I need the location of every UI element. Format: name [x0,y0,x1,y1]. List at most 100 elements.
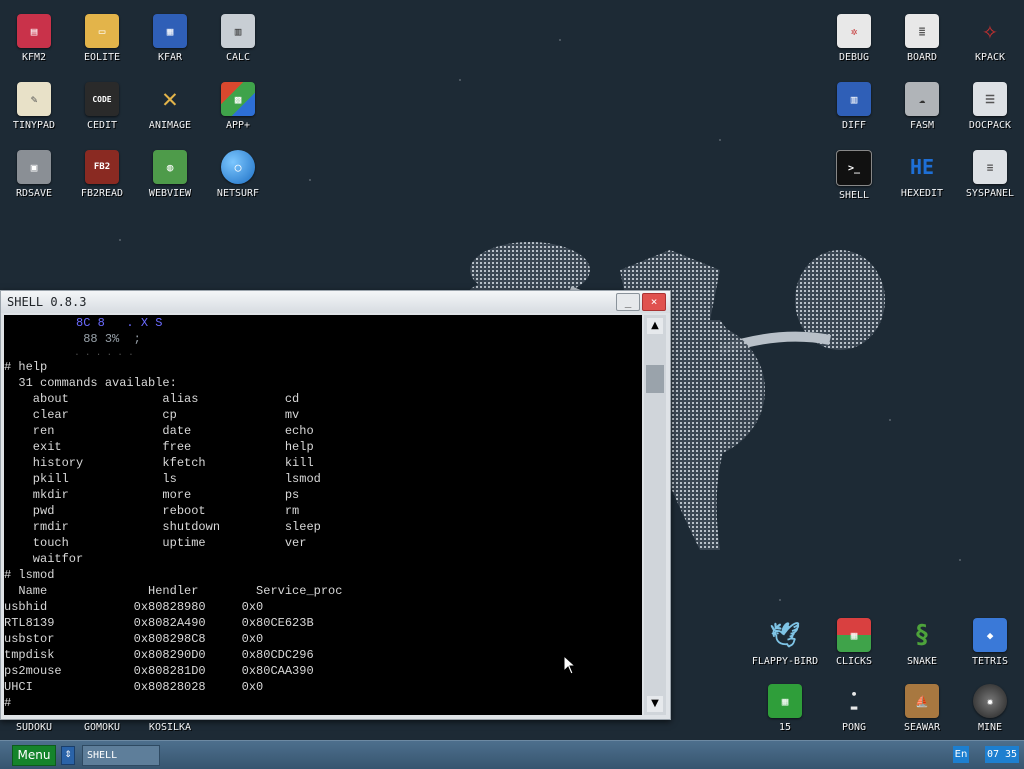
desktop-icon-tetris[interactable]: ◆ TETRIS [956,610,1024,676]
folder-icon: ▭ [85,14,119,48]
desktop-icon-label: FLAPPY-BIRD [751,656,819,667]
scrollbar-thumb[interactable] [646,365,664,393]
terminal-line: usbhid 0x80828980 0x0 [4,600,264,614]
desktop-icon-label: SNAKE [906,656,938,667]
desktop-icon-kosilka[interactable]: KOSILKA [136,676,204,738]
sliders-icon: ≡ [973,150,1007,184]
fasm-icon: ☁ [905,82,939,116]
terminal-line: usbstor 0x808298C8 0x0 [4,632,264,646]
desktop-icon-board[interactable]: ≣ BOARD [888,6,956,72]
desktop-icon-flappy-bird[interactable]: 🕊 FLAPPY-BIRD [751,610,819,676]
diff-icon: ▥ [837,82,871,116]
terminal-line: history kfetch kill [4,456,314,470]
desktop-icon-snake[interactable]: § SNAKE [888,610,956,676]
desktop-icon-gomoku[interactable]: GOMOKU [68,676,136,738]
desktop-icon-kfm2[interactable]: ▤ KFM2 [0,6,68,72]
desktop-icon-label: SEAWAR [903,722,941,733]
desktop-icon-label: CLICKS [835,656,873,667]
code-icon: CODE [85,82,119,116]
desktop-icon-webview[interactable]: ◍ WEBVIEW [136,142,204,208]
scroll-up-button[interactable]: ▲ [647,318,663,334]
desktop-icon-debug[interactable]: ✲ DEBUG [820,6,888,72]
desktop-icon-label: SHELL [838,190,870,201]
desktop-icon-label: BOARD [906,52,938,63]
terminal-line: 31 commands available: [4,376,177,390]
rubik-cube-icon: ▩ [221,82,255,116]
terminal-line: RTL8139 0x8082A490 0x80CE623B [4,616,314,630]
bug-icon: ✲ [837,14,871,48]
close-button[interactable]: × [642,293,666,311]
clock[interactable]: 07 35 [985,746,1019,763]
terminal-line: pkill ls lsmod [4,472,321,486]
hex-icon: HE [909,155,935,179]
desktop-icon-seawar[interactable]: ⛵ SEAWAR [888,676,956,742]
scroll-down-button[interactable]: ▼ [647,696,663,712]
disk-save-icon: ▣ [17,150,51,184]
menu-button[interactable]: Menu [12,745,56,766]
desktop-icon-label: KOSILKA [148,722,192,733]
terminal-line: # lsmod [4,568,55,582]
desktop-icon-calc[interactable]: ▥ CALC [204,6,272,72]
book-icon: FB2 [85,150,119,184]
desktop-icon-mine[interactable]: ✹ MINE [956,676,1024,742]
desktop-icon-15[interactable]: ▦ 15 [751,676,819,742]
mine-icon: ✹ [973,684,1007,718]
desktop-icon-sudoku[interactable]: SUDOKU [0,676,68,738]
switch-window-icon[interactable]: ⇕ [61,746,75,765]
bird-icon: 🕊 [769,621,801,649]
terminal-line: mkdir more ps [4,488,300,502]
vertical-scrollbar[interactable]: ▲ ▼ [644,315,666,715]
terminal-line: ren date echo [4,424,314,438]
desktop-icon-eolite[interactable]: ▭ EOLITE [68,6,136,72]
desktop-icon-kfar[interactable]: ▦ KFAR [136,6,204,72]
terminal-line: waitfor [4,552,84,566]
desktop-icon-fasm[interactable]: ☁ FASM [888,74,956,140]
desktop-icon-clicks[interactable]: ▦ CLICKS [820,610,888,676]
terminal-line: pwd reboot rm [4,504,300,518]
desktop-icon-pong[interactable]: • ▬ PONG [820,676,888,742]
mouse-cursor-icon [563,655,577,675]
desktop-icon-label: MINE [977,722,1003,733]
desktop-icon-label: SYSPANEL [965,188,1015,199]
keyboard-layout-indicator[interactable]: En [953,746,969,763]
desktop-icon-docpack[interactable]: ☰ DOCPACK [956,74,1024,140]
desktop-icon-syspanel[interactable]: ≡ SYSPANEL [956,142,1024,208]
desktop-icon-label: HEXEDIT [900,188,944,199]
shell-logo-line-3: . . . . . . [4,348,134,358]
desktop-icon-fb2read[interactable]: FB2 FB2READ [68,142,136,208]
desktop-icon-cedit[interactable]: CODE CEDIT [68,74,136,140]
window-titlebar[interactable]: SHELL 0.8.3 _ × [1,291,670,313]
globe-icon: ◯ [221,150,255,184]
desktop-icon-rdsave[interactable]: ▣ RDSAVE [0,142,68,208]
terminal-output[interactable]: 8C 8 . X S 88 3% ; . . . . . . # help 31… [4,315,642,715]
desktop-icon-label: ANIMAGE [148,120,192,131]
desktop-icon-label: KFM2 [21,52,47,63]
desktop-icon-app-plus[interactable]: ▩ APP+ [204,74,272,140]
minimize-button[interactable]: _ [616,293,640,311]
terminal-line: Name Hendler Service_proc [4,584,343,598]
taskbar-item-shell[interactable]: SHELL [82,745,160,766]
pencil-icon: ✕ [162,84,178,114]
desktop-icon-kpack[interactable]: ✧ KPACK [956,6,1024,72]
shell-logo-line-1: 8C 8 . X S [4,316,163,330]
desktop-icon-label: GOMOKU [83,722,121,733]
desktop-icon-netsurf[interactable]: ◯ NETSURF [204,142,272,208]
drawers-icon: ☰ [973,82,1007,116]
desktop-icon-label: PONG [841,722,867,733]
terminal-line: about alias cd [4,392,300,406]
notepad-icon: ✎ [17,82,51,116]
desktop-icon-diff[interactable]: ▥ DIFF [820,74,888,140]
terminal-line: exit free help [4,440,314,454]
wrench-icon: ✧ [982,16,998,46]
desktop-icon-label: KFAR [157,52,183,63]
desktop-icon-label: RDSAVE [15,188,53,199]
desktop-icon-label: CALC [225,52,251,63]
desktop-icon-shell[interactable]: >_ SHELL [820,142,888,208]
terminal-line: clear cp mv [4,408,300,422]
shell-logo-line-2: 88 3% ; [4,332,141,346]
desktop-icon-tinypad[interactable]: ✎ TINYPAD [0,74,68,140]
board-icon: ≣ [905,14,939,48]
desktop-icon-hexedit[interactable]: HE HEXEDIT [888,142,956,208]
desktop-icon-animage[interactable]: ✕ ANIMAGE [136,74,204,140]
taskbar: Menu ⇕ SHELL En 07 35 [0,740,1024,769]
